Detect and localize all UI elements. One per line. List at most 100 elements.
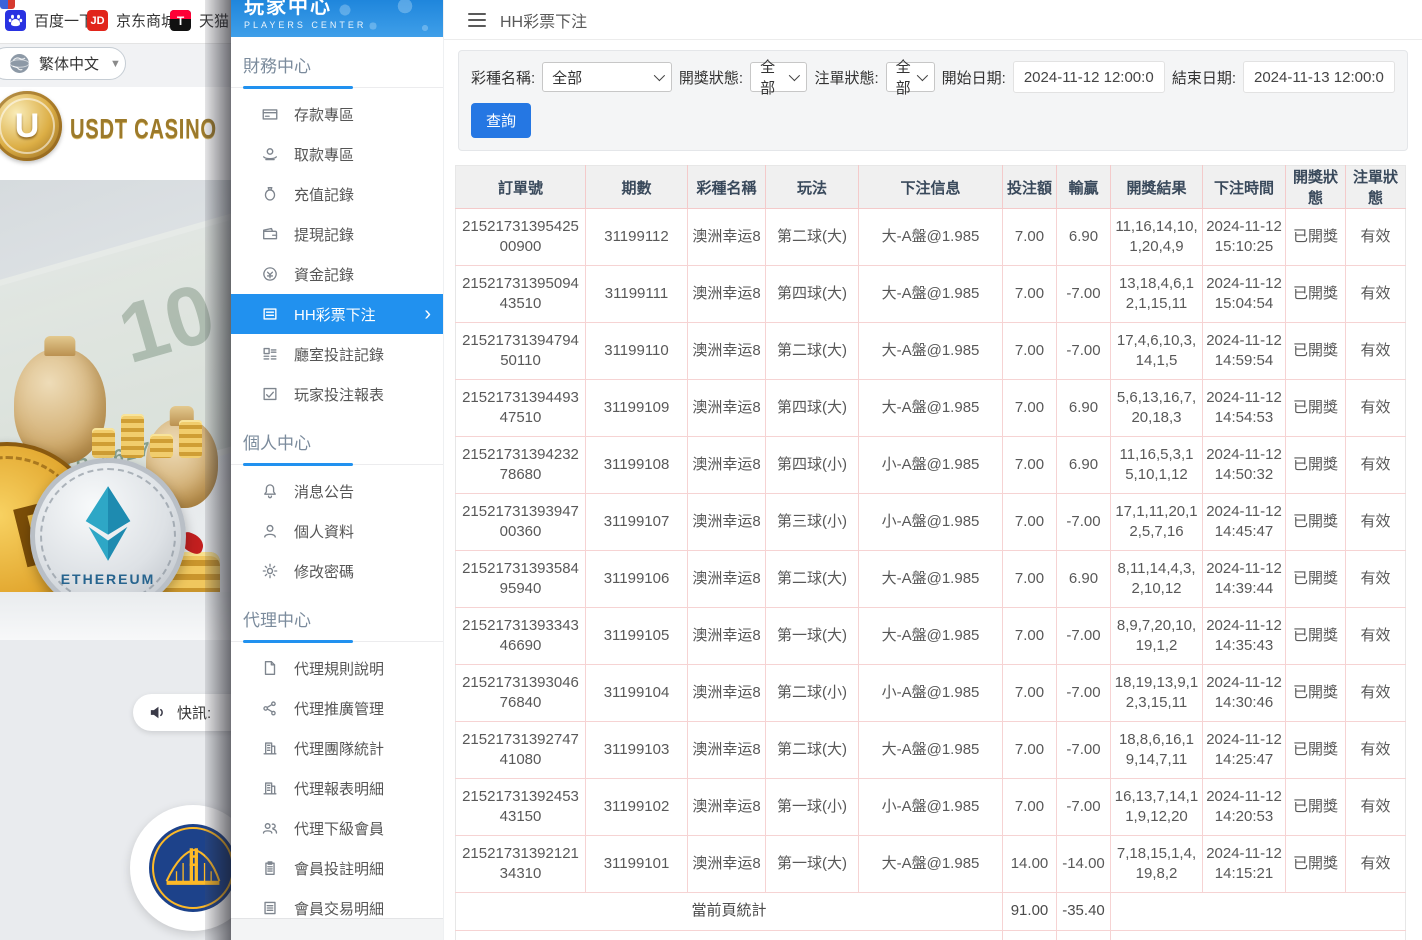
table-cell: 2024-11-12 14:20:53 (1203, 779, 1286, 836)
caret-down-icon: ▼ (110, 58, 121, 70)
bookmark-jd[interactable]: JD 京东商城 (87, 10, 176, 31)
total-win-loss: -15.61 (1057, 931, 1111, 940)
sidebar-item-deposit[interactable]: 存款專區 (231, 94, 443, 134)
sidebar-item-agent-rules[interactable]: 代理規則說明 (231, 648, 443, 688)
table-cell: 2024-11-12 15:10:25 (1203, 209, 1286, 266)
end-date-input[interactable] (1243, 61, 1395, 93)
ethereum-diamond-icon (77, 485, 139, 563)
sidebar-item-withdrawal-record[interactable]: 提現記錄 (231, 214, 443, 254)
end-date-label: 結束日期: (1172, 67, 1236, 88)
gear-icon (261, 562, 279, 580)
table-cell: 2152173139212134310 (456, 836, 586, 893)
sidebar-item-member-bet-detail[interactable]: 會員投註明細 (231, 848, 443, 888)
lottery-type-value: 全部 (552, 67, 582, 88)
sidebar-item-label: 存款專區 (294, 104, 354, 125)
table-cell: 已開獎 (1286, 494, 1346, 551)
table-row: 215217313942327868031199108澳洲幸运8第四球(小)小-… (456, 437, 1406, 494)
table-cell: -7.00 (1057, 722, 1111, 779)
sidebar-item-label: 取款專區 (294, 144, 354, 165)
sidebar-footer (231, 918, 443, 940)
table-cell: 31199102 (586, 779, 688, 836)
sidebar-item-agent-team-stats[interactable]: 代理團隊統計 (231, 728, 443, 768)
table-cell: 第一球(小) (766, 779, 859, 836)
table-cell: 31199110 (586, 323, 688, 380)
sidebar-item-recharge-record[interactable]: 充值記錄 (231, 174, 443, 214)
language-selector[interactable]: 繁体中文 ▼ (0, 47, 126, 80)
sidebar-item-player-bet-report[interactable]: 玩家投注報表 (231, 374, 443, 414)
table-cell: 2152173139509443510 (456, 266, 586, 323)
table-cell: 2024-11-12 14:15:21 (1203, 836, 1286, 893)
table-cell: 澳洲幸运8 (688, 665, 766, 722)
table-cell: 已開獎 (1286, 608, 1346, 665)
table-cell: 7.00 (1003, 722, 1057, 779)
chevron-down-icon (916, 70, 927, 81)
money-bag-icon (261, 185, 279, 203)
sidebar-item-announcements[interactable]: 消息公告 (231, 471, 443, 511)
promo-banner-image: 10 KB 46279 B ETHEREUM (0, 180, 240, 640)
draw-status-select[interactable]: 全部 (750, 62, 807, 92)
sidebar: 玩家中心 PLAYERS CENTER 財務中心存款專區取款專區充值記錄提現記錄… (231, 0, 444, 940)
order-status-select[interactable]: 全部 (886, 62, 935, 92)
column-header: 注單狀態 (1346, 166, 1406, 209)
table-cell: 2152173139334346690 (456, 608, 586, 665)
table-cell: 2152173139274741080 (456, 722, 586, 779)
table-cell: 第一球(大) (766, 608, 859, 665)
start-date-label: 開始日期: (942, 67, 1006, 88)
table-cell: 11,16,14,10,1,20,4,9 (1111, 209, 1203, 266)
draw-status-value: 全部 (760, 56, 783, 98)
table-cell: 31199103 (586, 722, 688, 779)
table-cell: 已開獎 (1286, 551, 1346, 608)
members-icon (261, 819, 279, 837)
table-cell: 大-A盤@1.985 (859, 722, 1003, 779)
query-button[interactable]: 查詢 (471, 103, 531, 138)
table-cell: 2152173139542500900 (456, 209, 586, 266)
sidebar-item-agent-sub-members[interactable]: 代理下級會員 (231, 808, 443, 848)
sidebar-section-title: 個人中心 (231, 414, 443, 465)
menu-hamburger-icon[interactable] (468, 13, 486, 27)
sidebar-section-items: 存款專區取款專區充值記錄提現記錄資金記錄HH彩票下注›廳室投註記錄玩家投注報表 (231, 88, 443, 414)
tmall-icon: T (170, 10, 191, 31)
table-cell: 小-A盤@1.985 (859, 494, 1003, 551)
table-cell: 2024-11-12 14:35:43 (1203, 608, 1286, 665)
table-cell: 18,19,13,9,12,3,15,11 (1111, 665, 1203, 722)
table-row: 215217313944934751031199109澳洲幸运8第四球(大)大-… (456, 380, 1406, 437)
sidebar-item-funds-record[interactable]: 資金記錄 (231, 254, 443, 294)
sidebar-item-hh-lottery-bets[interactable]: HH彩票下注› (231, 294, 443, 334)
sidebar-item-withdraw[interactable]: 取款專區 (231, 134, 443, 174)
report-check-icon (261, 385, 279, 403)
table-cell: 2152173139304676840 (456, 665, 586, 722)
table-row: 215217313927474108031199103澳洲幸运8第二球(大)大-… (456, 722, 1406, 779)
sidebar-item-label: 消息公告 (294, 481, 354, 502)
globe-icon (9, 53, 30, 74)
user-icon (261, 522, 279, 540)
page-total-row: 當前頁統計91.00-35.40 (456, 893, 1406, 931)
bookmark-baidu[interactable]: 百度一下 (5, 10, 94, 31)
sidebar-item-agent-promotion[interactable]: 代理推廣管理 (231, 688, 443, 728)
chevron-down-icon (789, 70, 800, 81)
table-cell: 大-A盤@1.985 (859, 209, 1003, 266)
sidebar-item-change-password[interactable]: 修改密碼 (231, 551, 443, 591)
table-cell: 大-A盤@1.985 (859, 266, 1003, 323)
banner-floor (0, 592, 240, 640)
table-row: 215217313947945011031199110澳洲幸运8第二球(大)大-… (456, 323, 1406, 380)
sidebar-item-agent-report-detail[interactable]: 代理報表明細 (231, 768, 443, 808)
bookmark-label: 京东商城 (116, 10, 176, 31)
table-cell: 11,16,5,3,15,10,1,12 (1111, 437, 1203, 494)
sidebar-item-room-bet-records[interactable]: 廳室投註記錄 (231, 334, 443, 374)
table-cell: 6.90 (1057, 380, 1111, 437)
ethereum-coin-graphic: ETHEREUM (30, 458, 186, 614)
bell-icon (261, 482, 279, 500)
table-cell: 31199106 (586, 551, 688, 608)
sidebar-item-label: 修改密碼 (294, 561, 354, 582)
lottery-type-select[interactable]: 全部 (542, 62, 672, 92)
sidebar-item-label: 代理團隊統計 (294, 738, 384, 759)
sidebar-item-profile[interactable]: 個人資料 (231, 511, 443, 551)
table-cell: 已開獎 (1286, 380, 1346, 437)
table-cell: 31199107 (586, 494, 688, 551)
table-cell: 大-A盤@1.985 (859, 608, 1003, 665)
usdt-coin-logo-icon: U (0, 91, 62, 161)
table-cell: 2024-11-12 15:04:54 (1203, 266, 1286, 323)
start-date-input[interactable] (1013, 61, 1165, 93)
building-icon (261, 779, 279, 797)
total-empty-cell (1111, 931, 1406, 940)
